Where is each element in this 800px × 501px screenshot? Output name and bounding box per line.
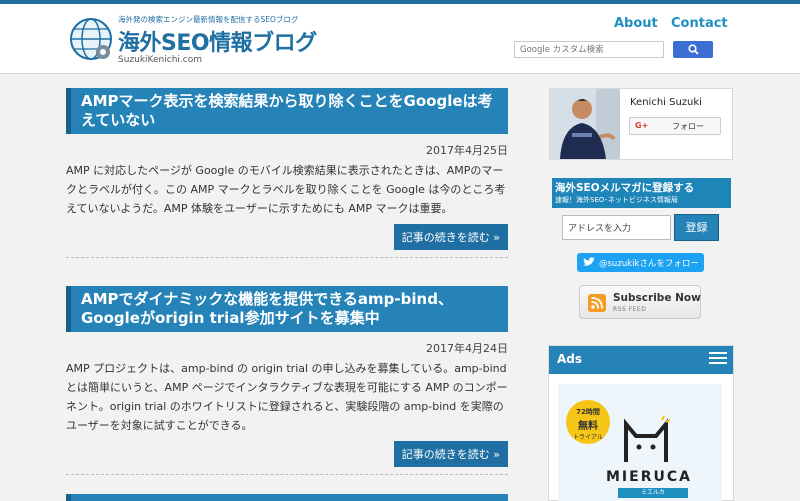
subscribe-button[interactable]: 登録 — [674, 214, 719, 241]
next-post-title[interactable] — [66, 494, 508, 501]
twitter-bird-icon — [583, 257, 595, 266]
site-title: 海外SEO情報ブログ — [118, 31, 317, 56]
post-excerpt: AMP に対応したページが Google のモバイル検索結果に表示されたときは、… — [66, 164, 506, 215]
site-domain: SuzukiKenichi.com — [118, 55, 202, 65]
ads-header: Ads — [549, 346, 733, 374]
person-photo-icon — [550, 89, 620, 159]
rss-subtitle: RSS FEED — [613, 306, 647, 313]
post-item: AMPでダイナミックな機能を提供できるamp-bind、Googleがorigi… — [66, 286, 508, 475]
rss-icon — [588, 294, 606, 312]
post-divider — [66, 474, 508, 475]
search-button[interactable] — [673, 41, 713, 58]
site-logo[interactable]: 海外発の検索エンジン最新情報を配信するSEOブログ 海外SEO情報ブログ Suz… — [68, 10, 338, 70]
twitter-follow-label: @suzukikさんをフォロー — [599, 259, 699, 269]
hamburger-menu-icon[interactable] — [709, 352, 727, 368]
site-header: 海外発の検索エンジン最新情報を配信するSEOブログ 海外SEO情報ブログ Suz… — [0, 4, 800, 74]
follow-label: フォロー — [672, 122, 704, 131]
gplus-follow-button[interactable]: G+ フォロー — [629, 117, 721, 135]
ad-brand-name: MIERUCA — [606, 469, 692, 485]
twitter-follow-button[interactable]: @suzukikさんをフォロー — [577, 253, 704, 272]
post-date: 2017年4月24日 — [426, 342, 508, 355]
search-icon — [688, 44, 699, 55]
post-item: AMPマーク表示を検索結果から取り除くことをGoogleは考えていない 2017… — [66, 88, 508, 258]
profile-name: Kenichi Suzuki — [630, 97, 702, 108]
nav-about-link[interactable]: About — [614, 16, 658, 31]
ads-widget: Ads 72時間 無料 トライアル MIERUCA ミエルカ — [548, 345, 734, 501]
profile-card: Kenichi Suzuki G+ フォロー — [549, 88, 733, 160]
email-field[interactable] — [562, 215, 671, 240]
read-more-button[interactable]: 記事の続きを読む » — [393, 441, 508, 467]
post-excerpt: AMP プロジェクトは、amp-bind の origin trial の申し込… — [66, 362, 508, 432]
trial-badge: 72時間 無料 トライアル — [566, 400, 610, 444]
ads-title: Ads — [557, 352, 583, 366]
read-more-button[interactable]: 記事の続きを読む » — [393, 224, 508, 250]
post-date: 2017年4月25日 — [426, 144, 508, 157]
newsletter-title: 海外SEOメルマガに登録する — [555, 182, 695, 194]
newsletter-banner[interactable]: 海外SEOメルマガに登録する 速報！海外SEO･ネットビジネス情報局 — [552, 178, 731, 208]
post-title[interactable]: AMPでダイナミックな機能を提供できるamp-bind、Googleがorigi… — [66, 286, 508, 332]
ad-brand-subtitle: ミエルカ — [618, 488, 688, 498]
avatar — [550, 89, 620, 159]
search-input[interactable] — [514, 41, 664, 58]
site-tagline: 海外発の検索エンジン最新情報を配信するSEOブログ — [118, 15, 299, 24]
post-list: AMPマーク表示を検索結果から取り除くことをGoogleは考えていない 2017… — [66, 88, 508, 475]
gplus-icon: G+ — [635, 121, 649, 130]
nav-contact-link[interactable]: Contact — [671, 16, 728, 31]
badge-line: トライアル — [573, 434, 603, 441]
post-title[interactable]: AMPマーク表示を検索結果から取り除くことをGoogleは考えていない — [66, 88, 508, 134]
cat-mascot-icon — [624, 415, 670, 462]
newsletter-subtitle: 速報！海外SEO･ネットビジネス情報局 — [555, 196, 678, 204]
rss-title: Subscribe Now — [613, 292, 701, 304]
ad-banner[interactable]: 72時間 無料 トライアル MIERUCA ミエルカ — [558, 384, 722, 501]
globe-icon — [70, 18, 112, 60]
badge-line: 72時間 — [576, 408, 600, 416]
rss-subscribe-button[interactable]: Subscribe Now RSS FEED — [579, 285, 701, 319]
post-divider — [66, 257, 508, 258]
badge-line: 無料 — [578, 421, 598, 432]
